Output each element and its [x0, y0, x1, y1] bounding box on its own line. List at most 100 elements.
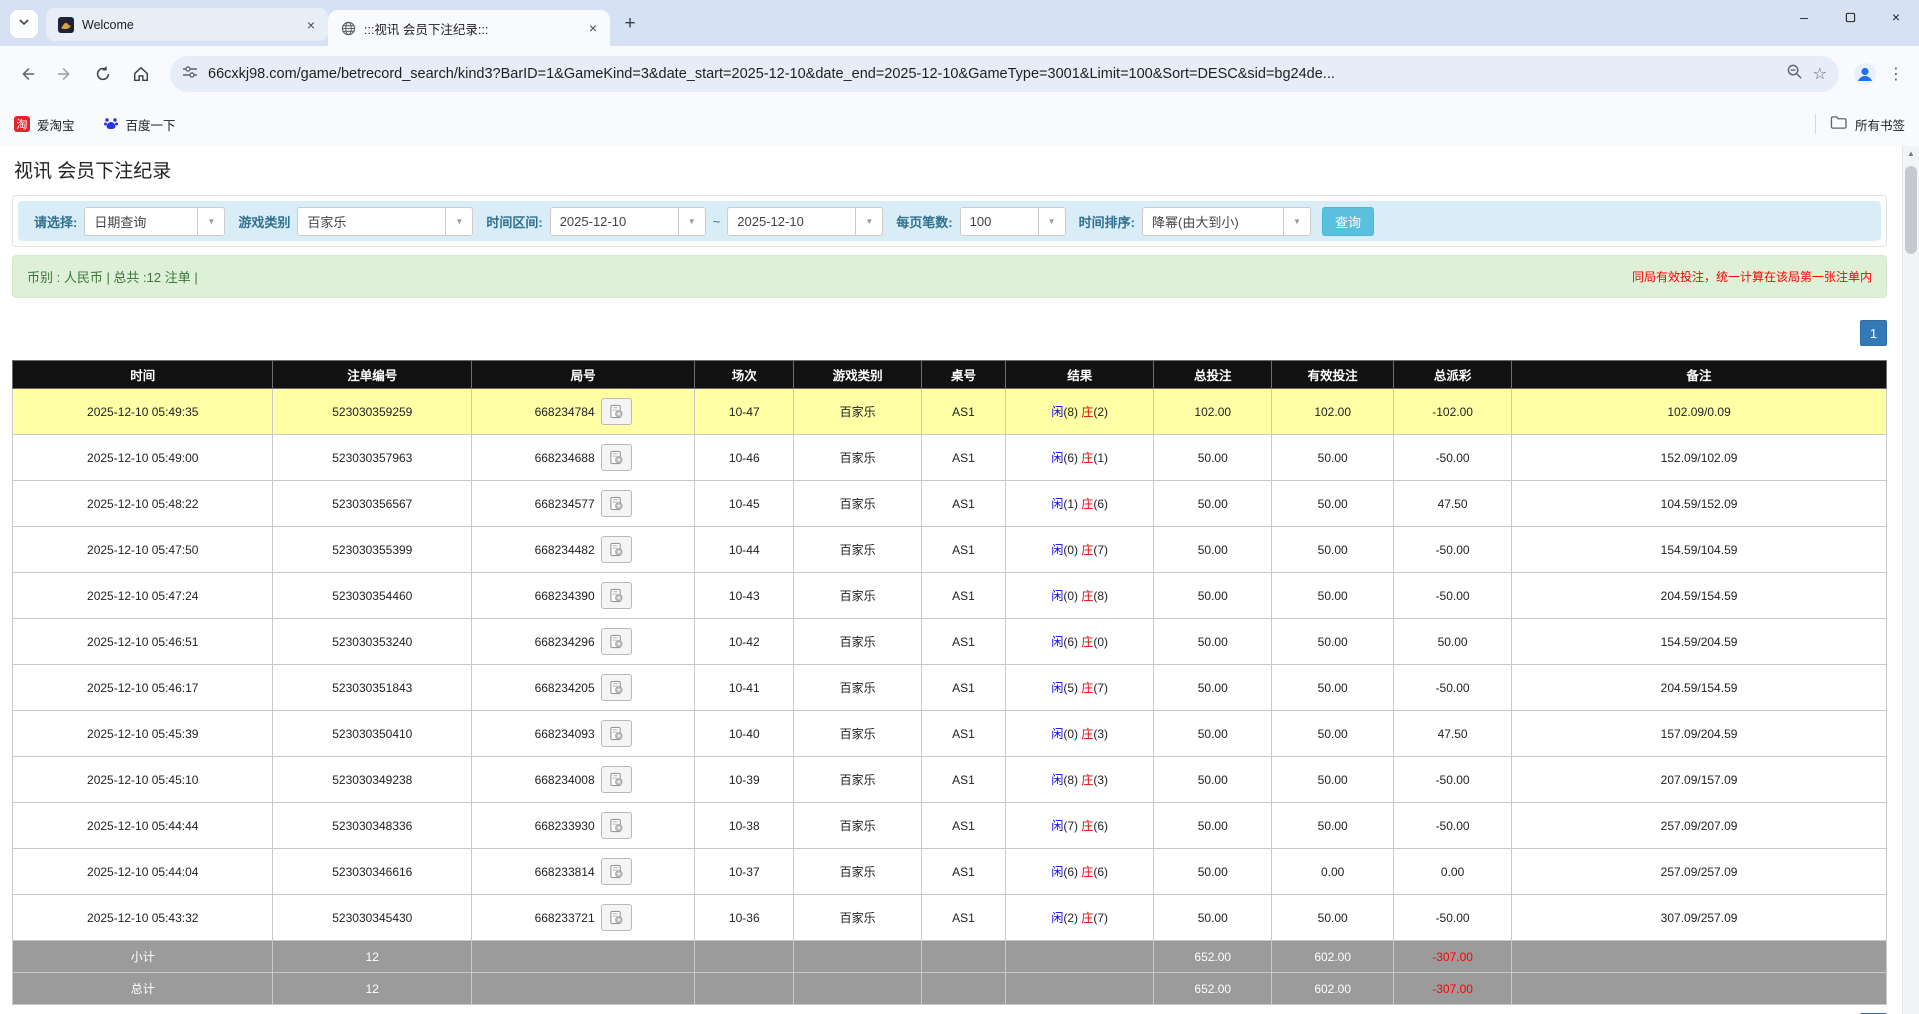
query-type-select[interactable]: 日期查询 ▼	[84, 207, 225, 236]
bookmark-label: 爱淘宝	[37, 115, 75, 134]
video-replay-button[interactable]	[601, 536, 632, 563]
video-replay-button[interactable]	[601, 490, 632, 517]
cell-total-bet[interactable]: 50.00	[1154, 435, 1272, 481]
cell-total-bet[interactable]: 50.00	[1154, 573, 1272, 619]
cell-valid-bet: 50.00	[1272, 573, 1394, 619]
video-replay-button[interactable]	[601, 720, 632, 747]
cell-game-kind: 百家乐	[794, 481, 921, 527]
reload-button[interactable]	[86, 57, 120, 91]
url-bar[interactable]: 66cxkj98.com/game/betrecord_search/kind3…	[170, 56, 1839, 92]
new-tab-button[interactable]: +	[616, 10, 644, 38]
cell-total-bet[interactable]: 102.00	[1154, 389, 1272, 435]
search-button[interactable]: 查询	[1322, 207, 1374, 236]
cell-result[interactable]: 闲(0) 庄(7)	[1006, 527, 1154, 573]
browser-toolbar: 66cxkj98.com/game/betrecord_search/kind3…	[0, 46, 1919, 102]
video-replay-button[interactable]	[601, 398, 632, 425]
cell-total-bet[interactable]: 50.00	[1154, 527, 1272, 573]
cell-total-bet[interactable]: 50.00	[1154, 665, 1272, 711]
profile-avatar[interactable]	[1851, 60, 1879, 88]
tune-icon[interactable]	[182, 64, 198, 85]
col-valid-bet: 有效投注	[1272, 361, 1394, 389]
video-replay-button[interactable]	[601, 582, 632, 609]
subtotal-label: 小计	[13, 941, 273, 973]
menu-kebab-icon[interactable]: ⋮	[1883, 64, 1909, 84]
cell-total-bet[interactable]: 50.00	[1154, 711, 1272, 757]
cell-result[interactable]: 闲(8) 庄(3)	[1006, 757, 1154, 803]
cell-total-bet[interactable]: 50.00	[1154, 849, 1272, 895]
cell-table: AS1	[921, 389, 1005, 435]
cell-total-bet[interactable]: 50.00	[1154, 619, 1272, 665]
date-start-select[interactable]: 2025-12-10 ▼	[550, 207, 706, 236]
page-scrollbar[interactable]: ▲	[1902, 146, 1919, 1014]
divider	[1815, 114, 1816, 134]
tab-welcome[interactable]: Welcome ×	[46, 8, 328, 41]
back-button[interactable]	[10, 57, 44, 91]
home-button[interactable]	[124, 57, 158, 91]
cell-result[interactable]: 闲(5) 庄(7)	[1006, 665, 1154, 711]
zoom-icon[interactable]	[1786, 63, 1803, 85]
filter-bar: 请选择: 日期查询 ▼ 游戏类别 百家乐 ▼ 时间区间: 2025-12-10 …	[18, 201, 1881, 241]
cell-result[interactable]: 闲(7) 庄(6)	[1006, 803, 1154, 849]
cell-bet-id: 523030359259	[273, 389, 472, 435]
video-replay-button[interactable]	[601, 674, 632, 701]
cell-result[interactable]: 闲(0) 庄(8)	[1006, 573, 1154, 619]
url-text[interactable]: 66cxkj98.com/game/betrecord_search/kind3…	[208, 66, 1776, 82]
cell-round-id: 668234577	[472, 481, 695, 527]
cell-result[interactable]: 闲(6) 庄(6)	[1006, 849, 1154, 895]
cell-session: 10-47	[695, 389, 794, 435]
video-replay-button[interactable]	[601, 766, 632, 793]
video-replay-button[interactable]	[601, 444, 632, 471]
cell-payout: 50.00	[1394, 619, 1512, 665]
scrollbar-thumb[interactable]	[1905, 166, 1917, 254]
page-1-button[interactable]: 1	[1860, 320, 1887, 346]
date-end-select[interactable]: 2025-12-10 ▼	[727, 207, 883, 236]
cell-result[interactable]: 闲(6) 庄(1)	[1006, 435, 1154, 481]
cell-result[interactable]: 闲(0) 庄(3)	[1006, 711, 1154, 757]
cell-result[interactable]: 闲(6) 庄(0)	[1006, 619, 1154, 665]
cell-valid-bet: 50.00	[1272, 527, 1394, 573]
cell-game-kind: 百家乐	[794, 665, 921, 711]
sort-select[interactable]: 降幂(由大到小) ▼	[1142, 207, 1311, 236]
chevron-down-icon: ▼	[1038, 208, 1065, 235]
close-icon[interactable]: ×	[584, 19, 602, 37]
cell-game-kind: 百家乐	[794, 757, 921, 803]
close-icon[interactable]: ×	[302, 16, 320, 34]
forward-button[interactable]	[48, 57, 82, 91]
video-replay-button[interactable]	[601, 628, 632, 655]
game-kind-select[interactable]: 百家乐 ▼	[297, 207, 473, 236]
cell-total-bet[interactable]: 50.00	[1154, 757, 1272, 803]
subtotal-valid-bet: 602.00	[1272, 941, 1394, 973]
cell-payout: -50.00	[1394, 573, 1512, 619]
taobao-icon: 淘	[14, 116, 30, 132]
cell-table: AS1	[921, 757, 1005, 803]
maximize-button[interactable]	[1827, 0, 1873, 34]
video-replay-button[interactable]	[601, 858, 632, 885]
welcome-favicon-icon	[58, 17, 74, 33]
bookmark-taobao[interactable]: 淘 爱淘宝	[14, 115, 75, 134]
all-bookmarks[interactable]: 所有书签	[1815, 114, 1905, 134]
scroll-up-arrow[interactable]: ▲	[1903, 146, 1919, 162]
close-window-button[interactable]: ×	[1873, 0, 1919, 34]
cell-result[interactable]: 闲(1) 庄(6)	[1006, 481, 1154, 527]
cell-session: 10-38	[695, 803, 794, 849]
cell-total-bet[interactable]: 50.00	[1154, 481, 1272, 527]
tab-search-button[interactable]	[10, 10, 38, 38]
minimize-button[interactable]: –	[1781, 0, 1827, 34]
cell-total-bet[interactable]: 50.00	[1154, 895, 1272, 941]
video-replay-button[interactable]	[601, 904, 632, 931]
bookmark-star-icon[interactable]: ☆	[1813, 64, 1827, 84]
cell-valid-bet: 50.00	[1272, 619, 1394, 665]
per-page-select[interactable]: 100 ▼	[960, 207, 1066, 236]
cell-result[interactable]: 闲(2) 庄(7)	[1006, 895, 1154, 941]
tab-betrecord[interactable]: :::视讯 会员下注纪录::: ×	[328, 10, 610, 46]
cell-round-id: 668234482	[472, 527, 695, 573]
cell-total-bet[interactable]: 50.00	[1154, 803, 1272, 849]
cell-round-id: 668234093	[472, 711, 695, 757]
cell-valid-bet: 50.00	[1272, 435, 1394, 481]
bookmark-baidu[interactable]: 百度一下	[103, 115, 176, 134]
table-header-row: 时间 注单编号 局号 场次 游戏类别 桌号 结果 总投注 有效投注 总派彩 备注	[13, 361, 1887, 389]
cell-result[interactable]: 闲(8) 庄(2)	[1006, 389, 1154, 435]
video-replay-button[interactable]	[601, 812, 632, 839]
subtotal-count: 12	[273, 941, 472, 973]
cell-bet-id: 523030345430	[273, 895, 472, 941]
